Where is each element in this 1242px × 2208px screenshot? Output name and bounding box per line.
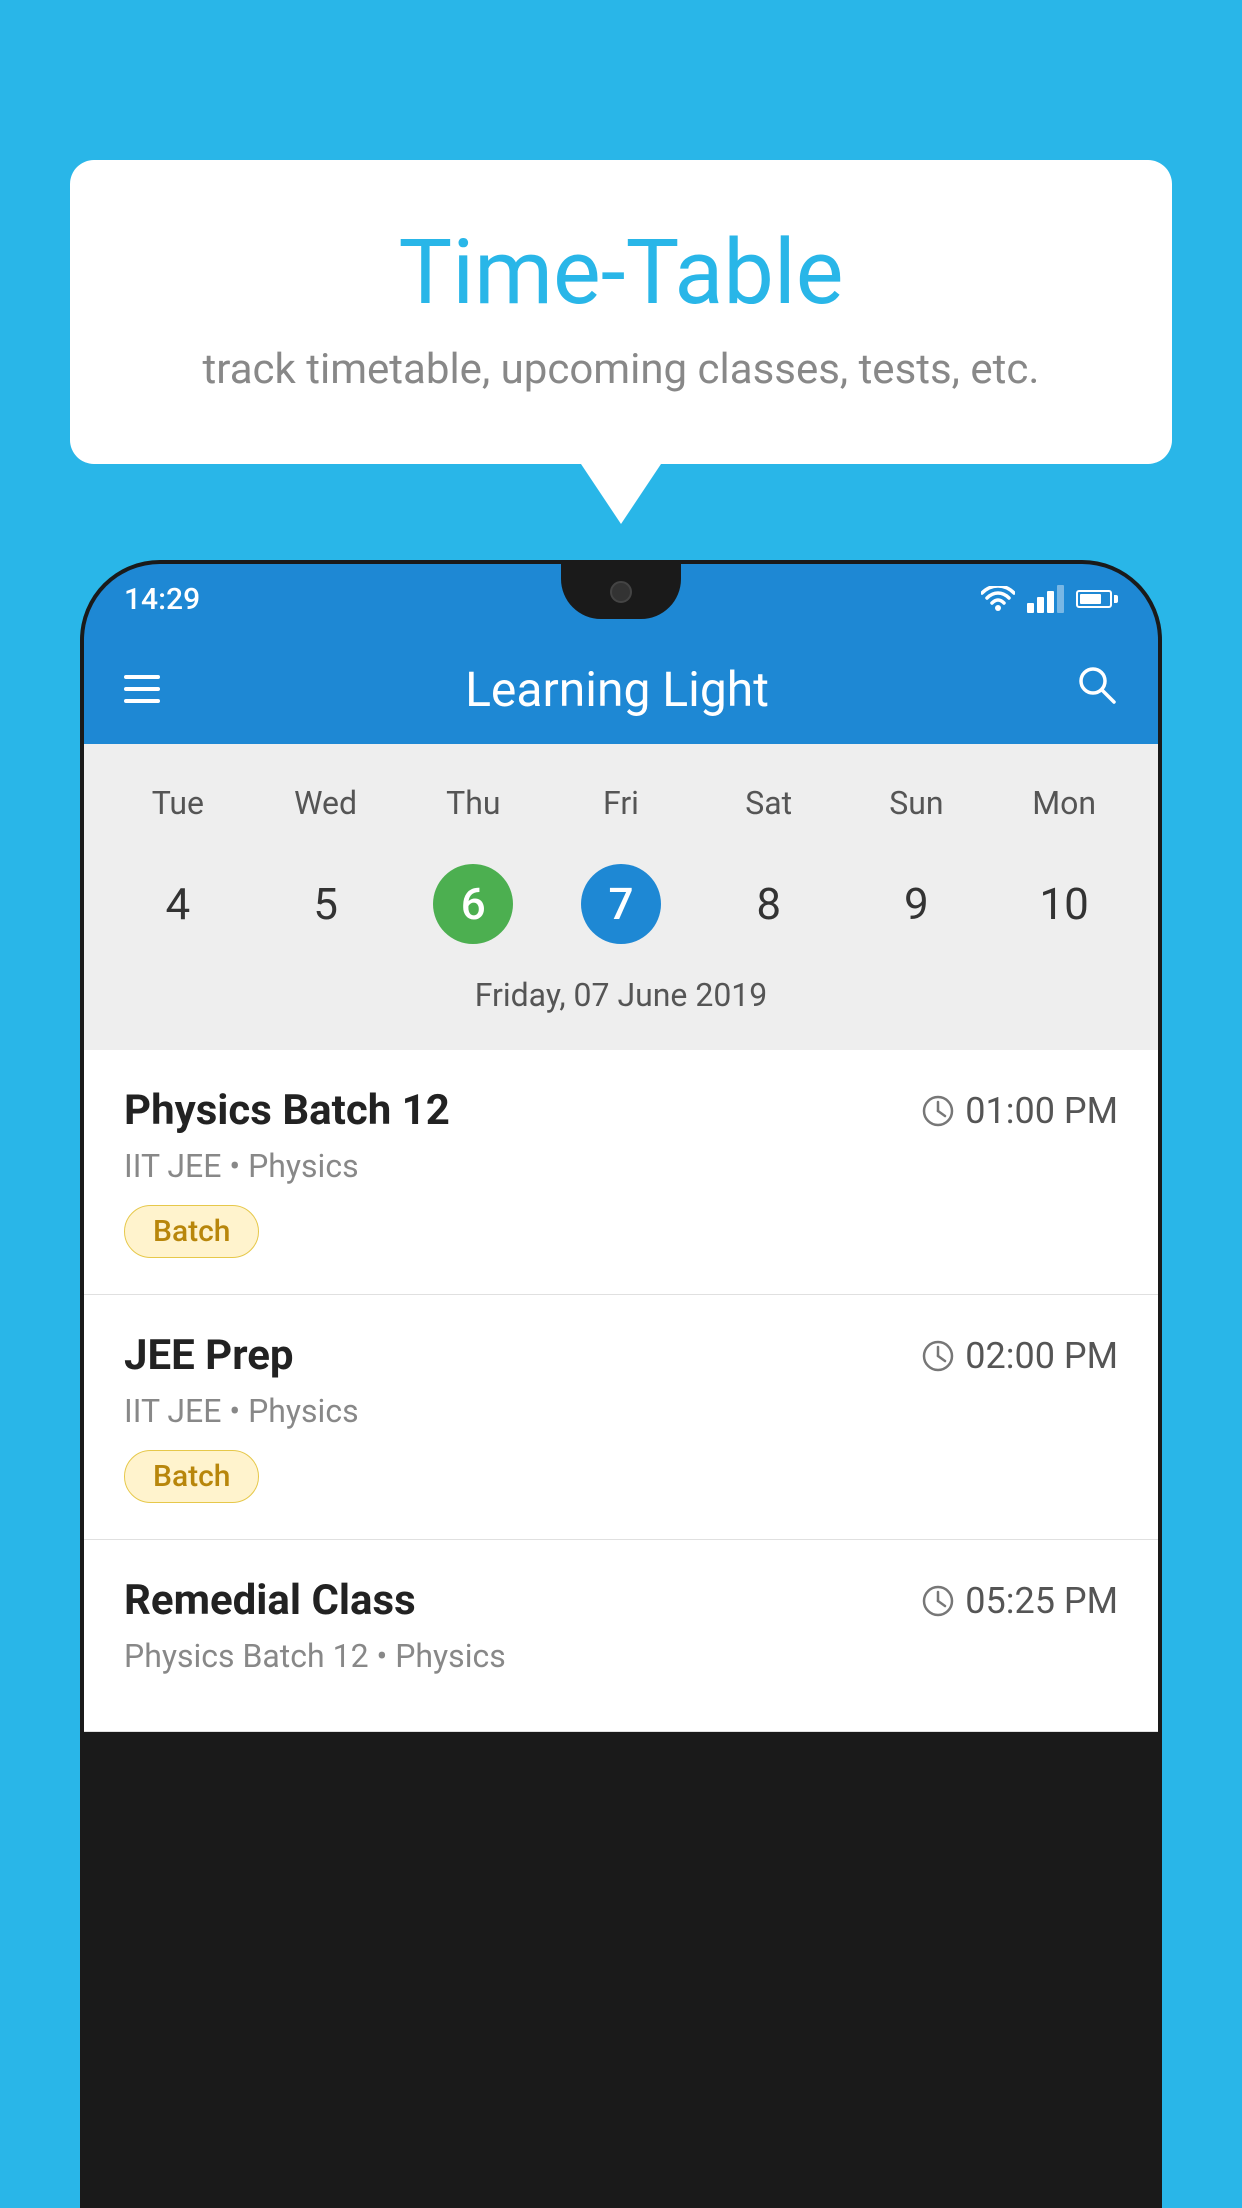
speech-bubble: Time-Table track timetable, upcoming cla… bbox=[70, 160, 1172, 464]
day-wed: Wed bbox=[252, 774, 400, 832]
status-time: 14:29 bbox=[124, 582, 200, 617]
class-item-header-1: Physics Batch 12 01:00 PM bbox=[124, 1086, 1118, 1135]
phone-frame: 14:29 bbox=[80, 560, 1162, 2208]
app-title: Learning Light bbox=[160, 661, 1074, 718]
hamburger-menu-button[interactable] bbox=[124, 675, 160, 703]
date-4[interactable]: 4 bbox=[104, 866, 252, 942]
day-mon: Mon bbox=[990, 774, 1138, 832]
status-icons bbox=[981, 585, 1118, 613]
notch bbox=[561, 564, 681, 619]
date-row: 4 5 6 7 8 9 10 bbox=[84, 842, 1158, 966]
date-8[interactable]: 8 bbox=[695, 866, 843, 942]
class-item-header-3: Remedial Class 05:25 PM bbox=[124, 1576, 1118, 1625]
batch-badge-2: Batch bbox=[124, 1450, 259, 1503]
calendar: Tue Wed Thu Fri Sat Sun Mon 4 5 6 7 8 9 … bbox=[84, 744, 1158, 1050]
class-item-jee-prep[interactable]: JEE Prep 02:00 PM IIT JEE • Physics Batc… bbox=[84, 1295, 1158, 1540]
day-sun: Sun bbox=[843, 774, 991, 832]
search-icon[interactable] bbox=[1074, 662, 1118, 717]
day-tue: Tue bbox=[104, 774, 252, 832]
clock-icon-2 bbox=[921, 1339, 955, 1373]
batch-badge-1: Batch bbox=[124, 1205, 259, 1258]
class-item-physics-batch-12[interactable]: Physics Batch 12 01:00 PM IIT JEE • Phys… bbox=[84, 1050, 1158, 1295]
class-item-remedial[interactable]: Remedial Class 05:25 PM Physics Batch 12… bbox=[84, 1540, 1158, 1732]
class-list: Physics Batch 12 01:00 PM IIT JEE • Phys… bbox=[84, 1050, 1158, 1732]
class-time-1: 01:00 PM bbox=[921, 1090, 1118, 1132]
day-sat: Sat bbox=[695, 774, 843, 832]
class-name-1: Physics Batch 12 bbox=[124, 1086, 450, 1135]
class-time-2: 02:00 PM bbox=[921, 1335, 1118, 1377]
class-meta-1: IIT JEE • Physics bbox=[124, 1147, 1118, 1185]
phone-inner: 14:29 bbox=[84, 564, 1158, 2204]
day-fri: Fri bbox=[547, 774, 695, 832]
clock-icon-1 bbox=[921, 1094, 955, 1128]
date-7[interactable]: 7 bbox=[547, 852, 695, 956]
calendar-days-row: Tue Wed Thu Fri Sat Sun Mon bbox=[84, 764, 1158, 842]
class-meta-2: IIT JEE • Physics bbox=[124, 1392, 1118, 1430]
timetable-subtitle: track timetable, upcoming classes, tests… bbox=[150, 345, 1092, 394]
timetable-title: Time-Table bbox=[150, 220, 1092, 325]
speech-bubble-arrow bbox=[581, 464, 661, 524]
hamburger-line-2 bbox=[124, 687, 160, 691]
class-time-3: 05:25 PM bbox=[921, 1580, 1118, 1622]
date-9[interactable]: 9 bbox=[843, 866, 991, 942]
app-bar: Learning Light bbox=[84, 634, 1158, 744]
camera-dot bbox=[610, 581, 632, 603]
date-6[interactable]: 6 bbox=[399, 852, 547, 956]
clock-icon-3 bbox=[921, 1584, 955, 1618]
battery-icon bbox=[1076, 590, 1118, 608]
hamburger-line-1 bbox=[124, 675, 160, 679]
status-bar: 14:29 bbox=[84, 564, 1158, 634]
date-7-circle[interactable]: 7 bbox=[581, 864, 661, 944]
signal-bars-icon bbox=[1027, 585, 1064, 613]
day-thu: Thu bbox=[399, 774, 547, 832]
class-meta-3: Physics Batch 12 • Physics bbox=[124, 1637, 1118, 1675]
hamburger-line-3 bbox=[124, 699, 160, 703]
wifi-icon bbox=[981, 586, 1015, 612]
date-10[interactable]: 10 bbox=[990, 866, 1138, 942]
class-name-2: JEE Prep bbox=[124, 1331, 294, 1380]
speech-bubble-container: Time-Table track timetable, upcoming cla… bbox=[70, 160, 1172, 524]
class-name-3: Remedial Class bbox=[124, 1576, 416, 1625]
date-6-circle[interactable]: 6 bbox=[433, 864, 513, 944]
date-5[interactable]: 5 bbox=[252, 866, 400, 942]
selected-date-label: Friday, 07 June 2019 bbox=[84, 966, 1158, 1030]
class-item-header-2: JEE Prep 02:00 PM bbox=[124, 1331, 1118, 1380]
